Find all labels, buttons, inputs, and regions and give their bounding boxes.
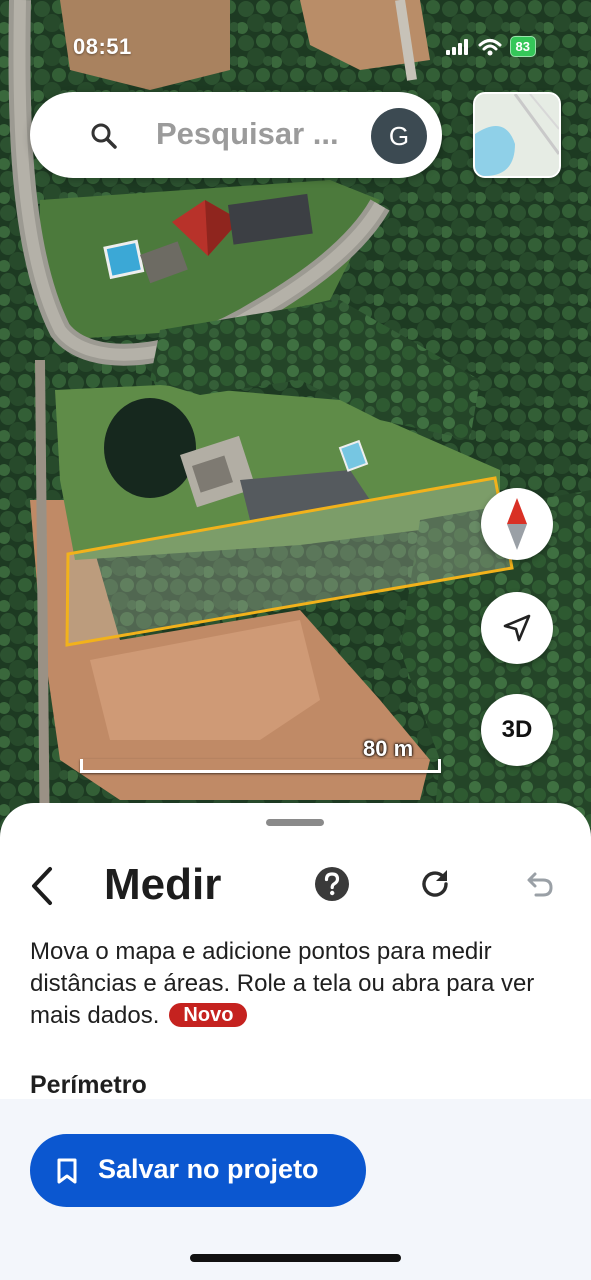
undo-icon[interactable] xyxy=(522,867,556,901)
map-layers-icon xyxy=(475,94,559,176)
battery-icon: 83 xyxy=(509,36,536,57)
save-to-project-button[interactable]: Salvar no projeto xyxy=(30,1134,366,1207)
help-icon[interactable] xyxy=(314,866,350,902)
my-location-button[interactable] xyxy=(481,592,553,664)
sheet-description: Mova o mapa e adicione pontos para medir… xyxy=(30,936,550,1032)
measure-bottom-sheet: Medir Mova o mapa e adicione pontos para… xyxy=(0,803,591,1280)
account-avatar[interactable]: G xyxy=(371,108,427,164)
search-icon[interactable] xyxy=(90,122,118,150)
sheet-drag-handle[interactable] xyxy=(266,819,324,826)
3d-label: 3D xyxy=(501,716,533,743)
3d-view-button[interactable]: 3D xyxy=(481,694,553,766)
save-button-label: Salvar no projeto xyxy=(98,1154,319,1184)
refresh-icon[interactable] xyxy=(417,866,453,902)
wifi-icon xyxy=(478,38,502,55)
search-input[interactable] xyxy=(156,114,386,154)
status-time: 08:51 xyxy=(73,34,132,59)
home-indicator[interactable] xyxy=(190,1254,401,1262)
map-layers-button[interactable] xyxy=(473,92,561,178)
sheet-title: Medir xyxy=(104,860,222,909)
new-badge: Novo xyxy=(169,1003,248,1027)
compass-button[interactable] xyxy=(481,488,553,560)
back-icon[interactable] xyxy=(24,863,64,909)
navigation-arrow-icon xyxy=(503,614,531,642)
status-icons: 83 xyxy=(445,36,536,57)
signal-icon xyxy=(445,38,468,55)
bookmark-icon xyxy=(57,1158,77,1184)
avatar-letter: G xyxy=(388,120,410,151)
battery-level: 83 xyxy=(515,39,530,54)
perimeter-label: Perímetro xyxy=(30,1071,147,1099)
map-scale-bar xyxy=(80,759,441,773)
description-text: Mova o mapa e adicione pontos para medir… xyxy=(30,938,535,1029)
compass-icon xyxy=(507,498,527,550)
satellite-map[interactable]: 08:51 83 G xyxy=(0,0,591,860)
